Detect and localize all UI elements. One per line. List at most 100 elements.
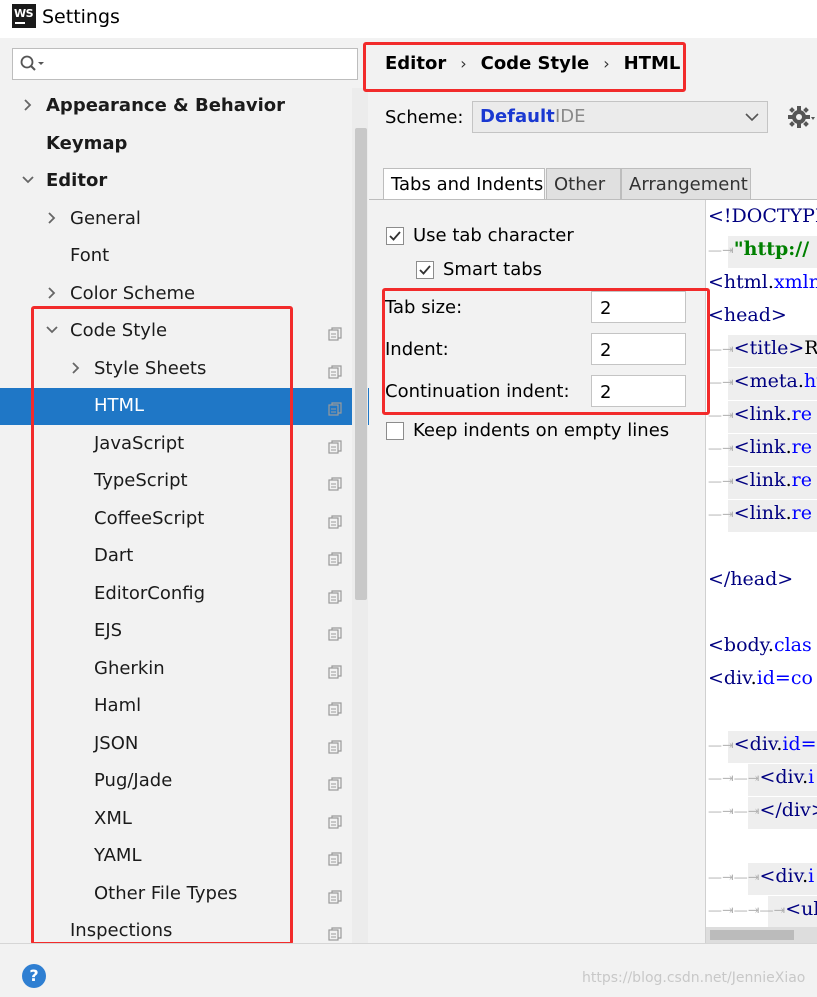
continuation-indent-input[interactable] <box>591 375 686 407</box>
breadcrumb-separator: › <box>603 54 610 73</box>
code-line: —⇥—⇥</div> <box>708 799 817 832</box>
code-token: <div <box>733 733 777 755</box>
tree-item-javascript[interactable]: JavaScript <box>0 426 369 463</box>
tab-tabs-and-indents[interactable]: Tabs and Indents <box>383 168 545 200</box>
tab-size-input[interactable] <box>591 291 686 323</box>
code-token: ht <box>803 370 817 392</box>
code-token: re <box>791 469 812 491</box>
code-token: <link <box>733 436 786 458</box>
code-preview-scrollbar[interactable] <box>706 927 817 943</box>
project-scheme-copy-icon <box>328 925 342 941</box>
indent-label: Indent: <box>385 339 449 360</box>
tree-item-label: Color Scheme <box>70 282 196 304</box>
tree-item-appearance-behavior[interactable]: Appearance & Behavior <box>0 88 369 125</box>
project-scheme-copy-icon <box>328 625 342 641</box>
tab-arrangement[interactable]: Arrangement <box>621 168 751 200</box>
tree-item-label: EJS <box>94 620 123 641</box>
breadcrumb-separator: › <box>460 54 467 73</box>
project-scheme-copy-icon <box>328 850 342 866</box>
tree-item-label: YAML <box>94 845 142 866</box>
breadcrumb-code-style[interactable]: Code Style <box>481 53 590 74</box>
tree-item-editor[interactable]: Editor <box>0 163 369 200</box>
code-line: </head> <box>708 568 793 601</box>
code-token: </div> <box>759 799 817 821</box>
chevron-down-icon[interactable] <box>44 322 60 338</box>
tab-marker-icon: —⇥ <box>708 342 734 358</box>
tree-item-dart[interactable]: Dart <box>0 538 369 575</box>
tree-item-label: Appearance & Behavior <box>46 95 286 116</box>
tree-item-pug-jade[interactable]: Pug/Jade <box>0 763 369 800</box>
tree-item-editorconfig[interactable]: EditorConfig <box>0 576 369 613</box>
code-token: xmln <box>773 271 817 293</box>
code-token: <ul <box>785 898 817 920</box>
chevron-right-icon[interactable] <box>68 360 84 376</box>
code-token: <!DOCTYPE <box>708 205 817 227</box>
tree-item-label: Code Style <box>70 320 168 341</box>
smart-tabs-label: Smart tabs <box>443 259 543 280</box>
breadcrumb-editor[interactable]: Editor <box>385 53 446 74</box>
project-scheme-copy-icon <box>328 363 342 379</box>
tab-marker-icon: —⇥—⇥ <box>708 804 760 820</box>
checkmark-icon <box>389 231 401 241</box>
chevron-right-icon[interactable] <box>44 285 60 301</box>
logo-text: WS <box>14 7 34 20</box>
code-line: —⇥<link.re <box>708 469 812 502</box>
code-token: <div <box>759 865 803 887</box>
tree-item-json[interactable]: JSON <box>0 726 369 763</box>
chevron-down-icon[interactable] <box>20 172 36 188</box>
tab-marker-icon: —⇥—⇥ <box>708 870 760 886</box>
chevron-right-icon[interactable] <box>20 97 36 113</box>
tab-other[interactable]: Other <box>546 168 621 200</box>
code-token: <body <box>708 634 768 656</box>
keep-indents-checkbox[interactable] <box>386 422 404 440</box>
chevron-right-icon[interactable] <box>44 210 60 226</box>
tree-item-yaml[interactable]: YAML <box>0 838 369 875</box>
tree-item-color-scheme[interactable]: Color Scheme <box>0 276 369 313</box>
tree-item-xml[interactable]: XML <box>0 801 369 838</box>
code-line: —⇥—⇥<div.i <box>708 766 814 799</box>
project-scheme-copy-icon <box>328 325 342 341</box>
help-button[interactable]: ? <box>22 964 46 988</box>
search-input[interactable] <box>53 53 353 75</box>
tree-item-html[interactable]: HTML <box>0 388 369 425</box>
keep-indents-label: Keep indents on empty lines <box>413 420 670 441</box>
tree-item-typescript[interactable]: TypeScript <box>0 463 369 500</box>
tab-marker-icon: —⇥ <box>708 375 734 391</box>
tab-marker-icon: —⇥ <box>708 738 734 754</box>
project-scheme-copy-icon <box>328 663 342 679</box>
tree-item-general[interactable]: General <box>0 201 369 238</box>
smart-tabs-checkbox[interactable] <box>416 261 434 279</box>
code-token: <html <box>708 271 768 293</box>
search-field[interactable] <box>12 48 358 80</box>
gear-icon[interactable] <box>787 105 815 129</box>
scheme-label: Scheme: <box>385 107 464 128</box>
tree-item-coffeescript[interactable]: CoffeeScript <box>0 501 369 538</box>
tree-item-haml[interactable]: Haml <box>0 688 369 725</box>
continuation-indent-label: Continuation indent: <box>385 381 570 402</box>
tree-item-keymap[interactable]: Keymap <box>0 126 369 163</box>
use-tab-character-checkbox[interactable] <box>386 227 404 245</box>
code-token: R <box>804 337 817 359</box>
indent-input[interactable] <box>591 333 686 365</box>
tree-item-style-sheets[interactable]: Style Sheets <box>0 351 369 388</box>
project-scheme-copy-icon <box>328 700 342 716</box>
code-token: id= <box>782 733 817 755</box>
tree-item-other-file-types[interactable]: Other File Types <box>0 876 369 913</box>
code-line: —⇥<link.re <box>708 436 812 469</box>
tree-item-gherkin[interactable]: Gherkin <box>0 651 369 688</box>
code-token: re <box>791 502 812 524</box>
tree-item-ejs[interactable]: EJS <box>0 613 369 650</box>
scheme-dropdown[interactable]: Default IDE <box>472 101 768 133</box>
code-preview[interactable]: <!DOCTYPE.—⇥"http://<html.xmln<head>—⇥<t… <box>705 200 817 943</box>
tab-marker-icon: —⇥ <box>708 474 734 490</box>
search-icon <box>20 55 44 71</box>
tree-item-code-style[interactable]: Code Style <box>0 313 369 350</box>
code-token: </head> <box>708 568 794 590</box>
code-line: <div.id=co <box>708 667 813 700</box>
tree-item-font[interactable]: Font <box>0 238 369 275</box>
tree-item-label: JSON <box>94 732 139 754</box>
project-scheme-copy-icon <box>328 400 342 416</box>
code-token: "http:// <box>733 238 810 260</box>
tree-item-label: JavaScript <box>94 432 185 454</box>
tree-scrollbar-thumb[interactable] <box>355 128 367 600</box>
